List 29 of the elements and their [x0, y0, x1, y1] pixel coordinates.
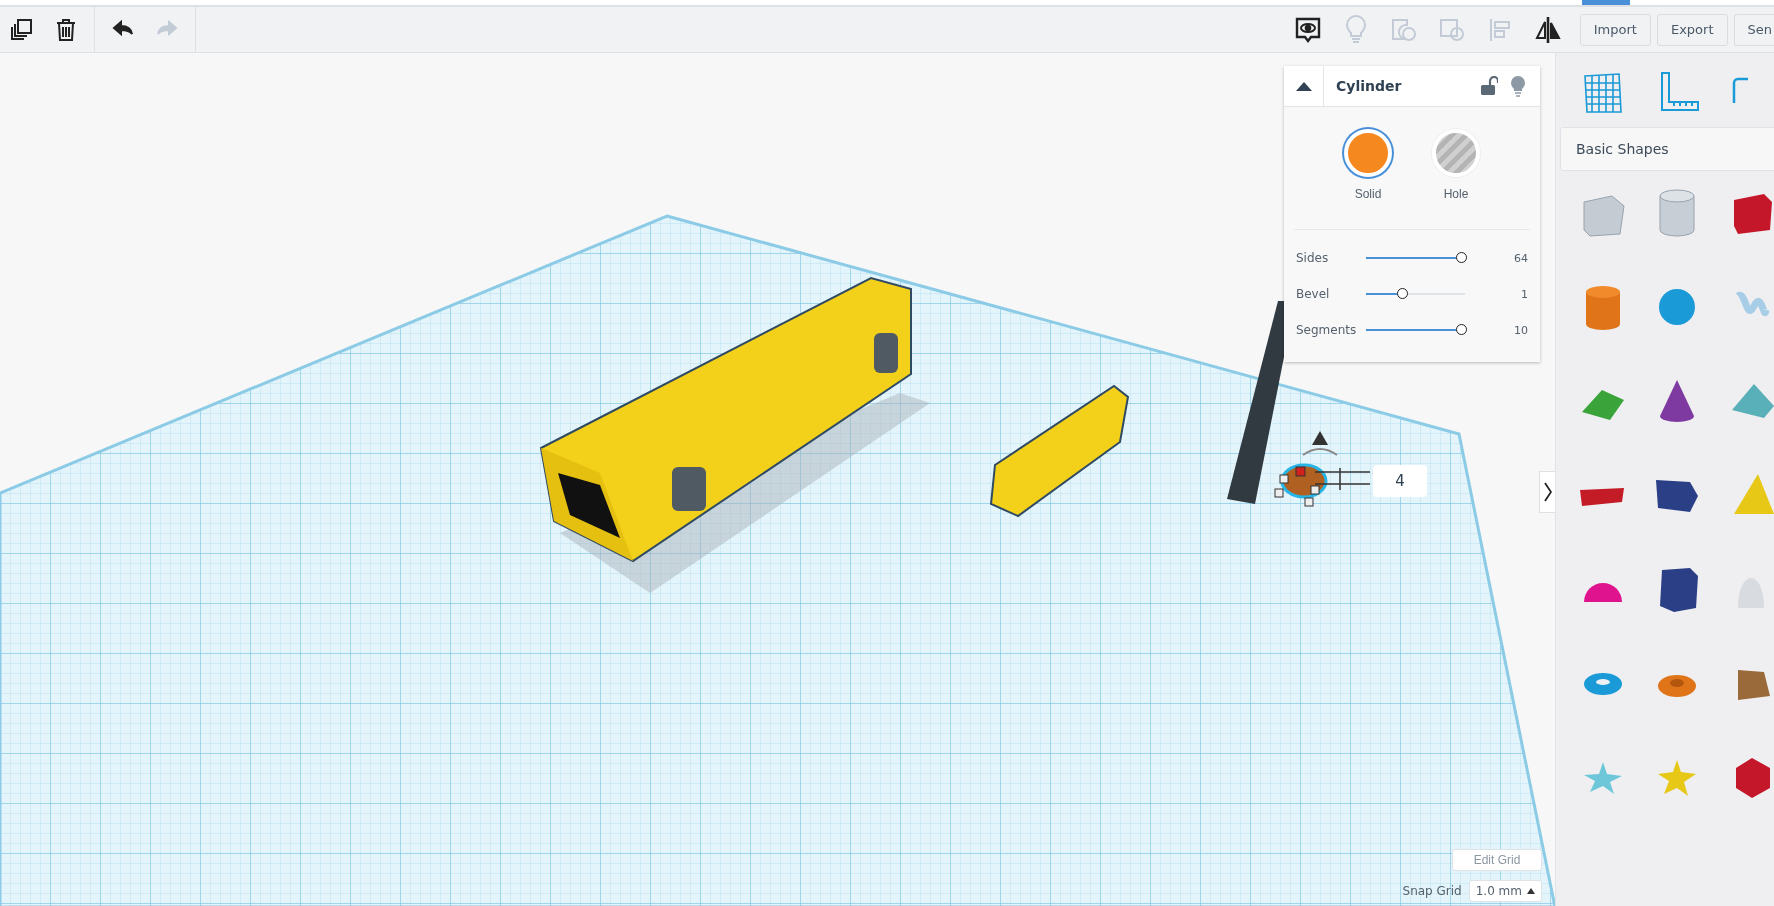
slider-thumb[interactable] [1456, 324, 1467, 335]
mode-option[interactable]: Solid [1344, 129, 1392, 201]
slider-thumb[interactable] [1396, 288, 1408, 299]
toolbar-button[interactable]: Sen [1733, 13, 1774, 46]
mode-option[interactable]: Hole [1432, 129, 1480, 201]
snap-grid-dropdown[interactable]: 1.0 mm [1468, 880, 1542, 902]
param-label: Segments [1296, 323, 1358, 337]
shape-category-dropdown[interactable]: Basic Shapes [1560, 127, 1774, 171]
lightbulb-icon[interactable] [1510, 75, 1526, 97]
caret-up-icon [1295, 81, 1312, 91]
duplicate-icon [9, 16, 35, 43]
param-value: 64 [1513, 251, 1528, 265]
toolbar-button[interactable]: Import [1579, 13, 1651, 46]
chevron-right-icon [1543, 482, 1552, 502]
dimension-input[interactable]: 4 [1373, 465, 1427, 497]
unlocked-icon[interactable] [1480, 76, 1498, 96]
expand-panel-button[interactable] [1539, 471, 1555, 513]
param-label: Bevel [1296, 287, 1331, 301]
snap-grid-label: Snap Grid [1402, 884, 1462, 898]
mode-label: Hole [1443, 187, 1469, 201]
shape-name: Cylinder [1335, 78, 1403, 94]
caret-up-icon [1527, 888, 1535, 894]
move-arrow-icon [1302, 431, 1338, 456]
param-value: 1 [1520, 287, 1528, 301]
slider-thumb[interactable] [1456, 252, 1467, 263]
param-label: Sides [1296, 251, 1330, 265]
toolbar-button[interactable]: Export [1656, 13, 1728, 46]
param-value: 10 [1513, 323, 1528, 337]
mode-label: Solid [1354, 187, 1382, 201]
